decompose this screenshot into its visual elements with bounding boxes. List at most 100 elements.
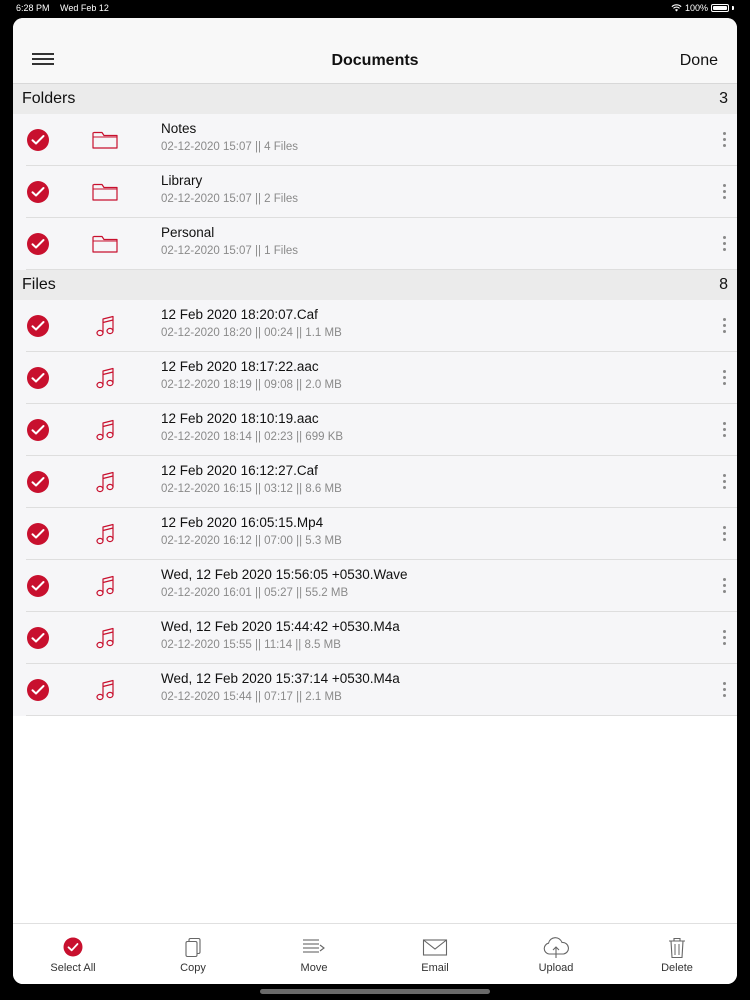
selected-check-icon[interactable] [27,367,49,389]
music-note-icon [91,470,119,494]
battery-icon [711,4,729,12]
file-details: 02-12-2020 18:20 || 00:24 || 1.1 MB [161,327,342,339]
selected-check-icon[interactable] [27,523,49,545]
status-time: 6:28 PM [16,3,50,13]
folder-details: 02-12-2020 15:07 || 4 Files [161,141,299,153]
documents-sheet: Documents Done Folders 3 Notes 02-12-2020… [13,18,737,984]
email-button[interactable]: Email [375,924,495,984]
page-title: Documents [331,52,419,69]
file-row[interactable]: Wed, 12 Feb 2020 15:44:42 +0530.M4a 02-12… [13,612,737,664]
file-name: 12 Feb 2020 18:20:07.Caf [161,307,318,322]
music-note-icon [91,418,119,442]
file-row[interactable]: 12 Feb 2020 18:20:07.Caf 02-12-2020 18:20… [13,300,737,352]
folder-name: Personal [161,225,215,240]
folder-row[interactable]: Notes 02-12-2020 15:07 || 4 Files [13,114,737,166]
cloud-upload-icon [543,937,569,958]
delete-button[interactable]: Delete [617,924,737,984]
more-options-icon[interactable] [719,369,729,387]
more-options-icon[interactable] [719,473,729,491]
more-options-icon[interactable] [719,681,729,699]
file-name: Wed, 12 Feb 2020 15:37:14 +0530.M4a [161,671,400,686]
selected-check-icon[interactable] [27,419,49,441]
move-icon [303,939,325,953]
more-options-icon[interactable] [719,317,729,335]
move-label: Move [300,962,328,974]
select-all-label: Select All [50,962,96,974]
more-options-icon[interactable] [719,577,729,595]
move-button[interactable]: Move [254,924,374,984]
done-button[interactable]: Done [680,52,718,70]
copy-label: Copy [180,962,206,974]
navbar: Documents Done [13,18,737,84]
selected-check-icon[interactable] [27,233,49,255]
upload-button[interactable]: Upload [496,924,616,984]
row-divider [26,715,737,716]
folder-row[interactable]: Personal 02-12-2020 15:07 || 1 Files [13,218,737,270]
file-name: 12 Feb 2020 18:17:22.aac [161,359,319,374]
file-row[interactable]: 12 Feb 2020 18:10:19.aac 02-12-2020 18:14… [13,404,737,456]
selected-check-icon[interactable] [27,181,49,203]
folders-count: 3 [719,90,728,107]
battery-tip [732,6,734,10]
folder-row[interactable]: Library 02-12-2020 15:07 || 2 Files [13,166,737,218]
selected-check-icon[interactable] [27,627,49,649]
file-name: Wed, 12 Feb 2020 15:56:05 +0530.Wave [161,567,408,582]
selected-check-icon[interactable] [27,575,49,597]
envelope-icon [422,939,448,956]
folder-details: 02-12-2020 15:07 || 1 Files [161,245,299,257]
files-section-header: Files 8 [13,270,737,300]
select-all-button[interactable]: Select All [13,924,133,984]
more-options-icon[interactable] [719,629,729,647]
more-options-icon[interactable] [719,525,729,543]
folder-icon [91,180,119,204]
folders-section-label: Folders [22,90,76,107]
battery-percent: 100% [684,3,708,13]
file-name: Wed, 12 Feb 2020 15:44:42 +0530.M4a [161,619,400,634]
upload-label: Upload [538,962,574,974]
music-note-icon [91,522,119,546]
file-details: 02-12-2020 16:12 || 07:00 || 5.3 MB [161,535,342,547]
music-note-icon [91,314,119,338]
status-right: 100% [671,3,734,13]
music-note-icon [91,626,119,650]
file-row[interactable]: 12 Feb 2020 16:05:15.Mp4 02-12-2020 16:12… [13,508,737,560]
file-name: 12 Feb 2020 16:05:15.Mp4 [161,515,324,530]
file-row[interactable]: 12 Feb 2020 18:17:22.aac 02-12-2020 18:19… [13,352,737,404]
file-details: 02-12-2020 15:55 || 11:14 || 8.5 MB [161,639,341,651]
file-details: 02-12-2020 18:19 || 09:08 || 2.0 MB [161,379,342,391]
selected-check-icon[interactable] [27,129,49,151]
trash-icon [669,937,685,959]
file-row[interactable]: Wed, 12 Feb 2020 15:56:05 +0530.Wave 02-1… [13,560,737,612]
folder-icon [91,232,119,256]
music-note-icon [91,366,119,390]
check-circle-icon [63,937,83,957]
more-options-icon[interactable] [719,183,729,201]
music-note-icon [91,574,119,598]
selected-check-icon[interactable] [27,315,49,337]
copy-button[interactable]: Copy [133,924,253,984]
status-bar: 6:28 PM Wed Feb 12 100% [0,0,750,18]
file-row[interactable]: Wed, 12 Feb 2020 15:37:14 +0530.M4a 02-12… [13,664,737,716]
file-details: 02-12-2020 18:14 || 02:23 || 699 KB [161,431,344,443]
folder-name: Library [161,173,203,188]
folders-section-header: Folders 3 [13,84,737,114]
more-options-icon[interactable] [719,131,729,149]
music-note-icon [91,678,119,702]
delete-label: Delete [661,962,693,974]
files-section-label: Files [22,276,56,293]
folder-icon [91,128,119,152]
file-row[interactable]: 12 Feb 2020 16:12:27.Caf 02-12-2020 16:15… [13,456,737,508]
wifi-icon [671,4,682,12]
status-date: Wed Feb 12 [60,3,109,13]
file-details: 02-12-2020 16:15 || 03:12 || 8.6 MB [161,483,342,495]
home-indicator [260,989,490,994]
selected-check-icon[interactable] [27,679,49,701]
file-details: 02-12-2020 16:01 || 05:27 || 55.2 MB [161,587,349,599]
copy-icon [185,937,201,958]
more-options-icon[interactable] [719,421,729,439]
folder-details: 02-12-2020 15:07 || 2 Files [161,193,299,205]
selected-check-icon[interactable] [27,471,49,493]
more-options-icon[interactable] [719,235,729,253]
file-name: 12 Feb 2020 16:12:27.Caf [161,463,318,478]
file-name: 12 Feb 2020 18:10:19.aac [161,411,319,426]
